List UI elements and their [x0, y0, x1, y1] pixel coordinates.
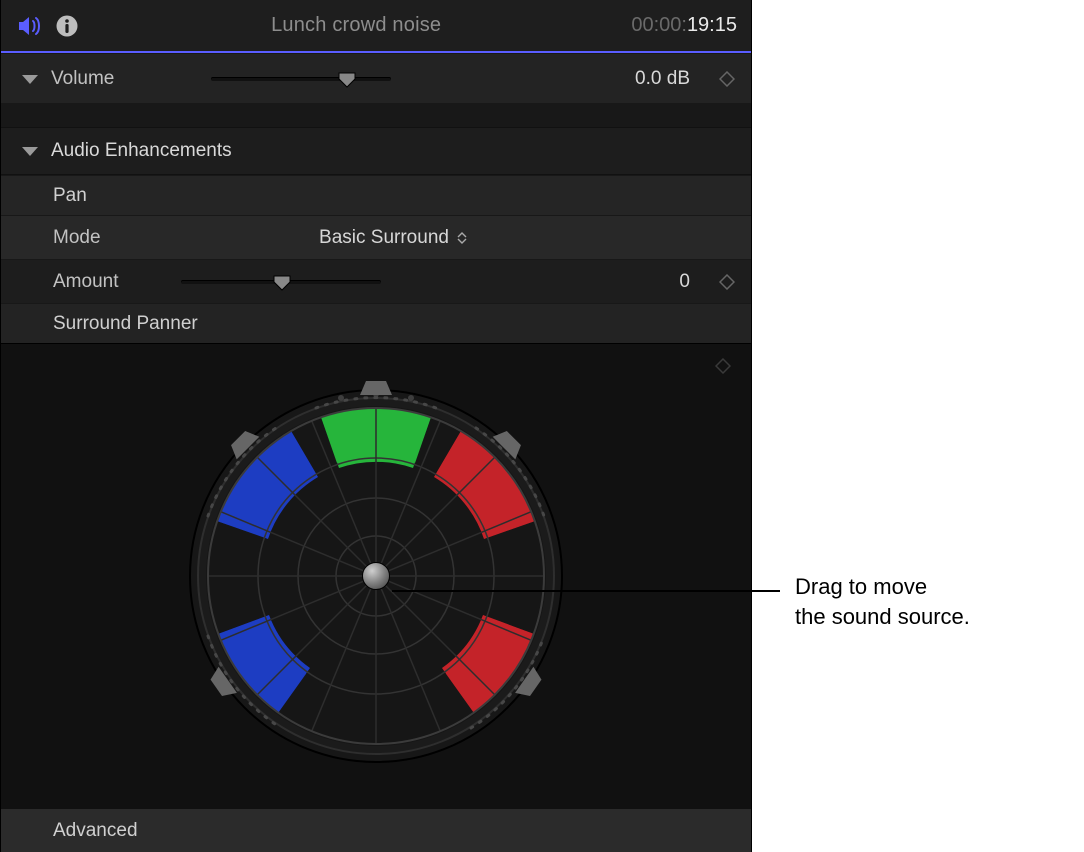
timecode-bright: 19:15 [687, 14, 737, 36]
advanced-label: Advanced [53, 820, 138, 842]
pan-mode-popup[interactable]: Basic Surround [319, 227, 467, 249]
pan-mode-value: Basic Surround [319, 227, 449, 249]
timecode-dim: 00:00: [631, 14, 687, 36]
volume-slider[interactable] [211, 69, 391, 89]
audio-enh-disclosure-icon[interactable] [21, 143, 43, 159]
surround-keyframe-button[interactable] [715, 358, 731, 379]
callout-text: Drag to move the sound source. [795, 572, 970, 631]
surround-panner-area [1, 343, 751, 808]
surround-pan-handle[interactable] [362, 562, 390, 590]
inspector-header: Lunch crowd noise 00:00:19:15 [1, 0, 751, 53]
callout-leader-line [392, 590, 780, 592]
pan-mode-label: Mode [53, 227, 181, 249]
audio-enhancements-header[interactable]: Audio Enhancements [1, 127, 751, 175]
pan-amount-row: Amount 0 [1, 259, 751, 303]
volume-row: Volume 0.0 dB [1, 53, 751, 103]
pan-amount-label: Amount [53, 271, 181, 293]
surround-panner-label: Surround Panner [53, 313, 198, 335]
pan-label: Pan [53, 185, 87, 207]
timecode: 00:00:19:15 [631, 14, 737, 37]
pan-mode-row: Mode Basic Surround [1, 215, 751, 259]
pan-amount-thumb[interactable] [272, 274, 290, 290]
volume-value[interactable]: 0.0 dB [605, 68, 690, 90]
advanced-header[interactable]: Advanced [1, 808, 751, 852]
volume-label: Volume [51, 68, 211, 90]
chevron-up-down-icon [457, 232, 467, 244]
clip-title: Lunch crowd noise [81, 14, 631, 37]
pan-amount-slider[interactable] [181, 272, 381, 292]
volume-keyframe-button[interactable] [690, 71, 735, 87]
info-tab-icon[interactable] [53, 12, 81, 40]
surround-panner-header: Surround Panner [1, 303, 751, 343]
audio-enh-label: Audio Enhancements [51, 140, 232, 162]
pan-amount-value[interactable]: 0 [605, 271, 690, 293]
audio-inspector-panel: Lunch crowd noise 00:00:19:15 Volume 0.0… [0, 0, 752, 852]
pan-header[interactable]: Pan [1, 175, 751, 215]
pan-amount-keyframe-button[interactable] [690, 274, 735, 290]
audio-tab-icon[interactable] [15, 12, 43, 40]
volume-disclosure-icon[interactable] [21, 71, 43, 87]
surround-panner[interactable] [176, 376, 576, 776]
volume-slider-thumb[interactable] [337, 71, 355, 87]
